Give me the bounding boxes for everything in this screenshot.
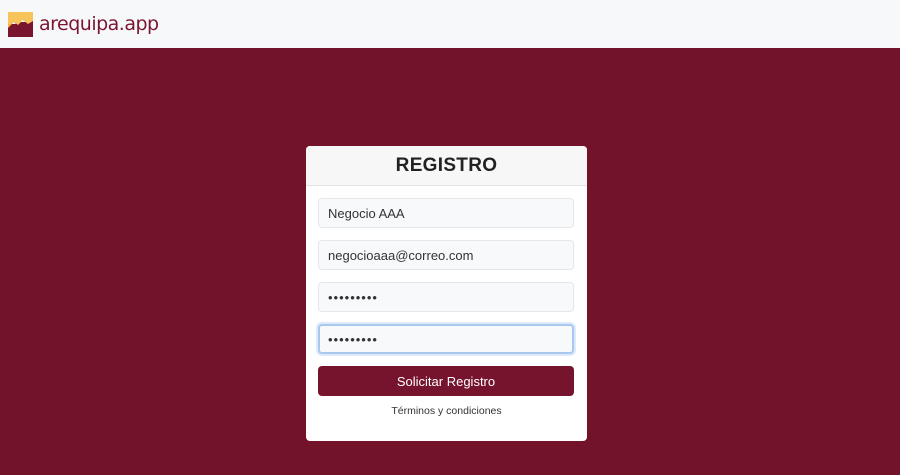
register-card: REGISTRO Solicitar Registro Términos y c… [306,146,587,441]
top-navbar: arequipa.app [0,0,900,48]
brand-name: arequipa.app [39,13,159,35]
mountain-sun-logo-icon [8,11,33,37]
terms-link[interactable]: Términos y condiciones [318,405,575,417]
password-field[interactable] [318,282,574,312]
register-title: REGISTRO [395,154,498,176]
request-registration-button[interactable]: Solicitar Registro [318,366,574,396]
register-form: Solicitar Registro Términos y condicione… [306,186,587,417]
email-field[interactable] [318,240,574,270]
register-card-header: REGISTRO [306,146,587,186]
brand-logo[interactable]: arequipa.app [8,11,159,37]
business-name-field[interactable] [318,198,574,228]
confirm-password-field[interactable] [318,324,574,354]
